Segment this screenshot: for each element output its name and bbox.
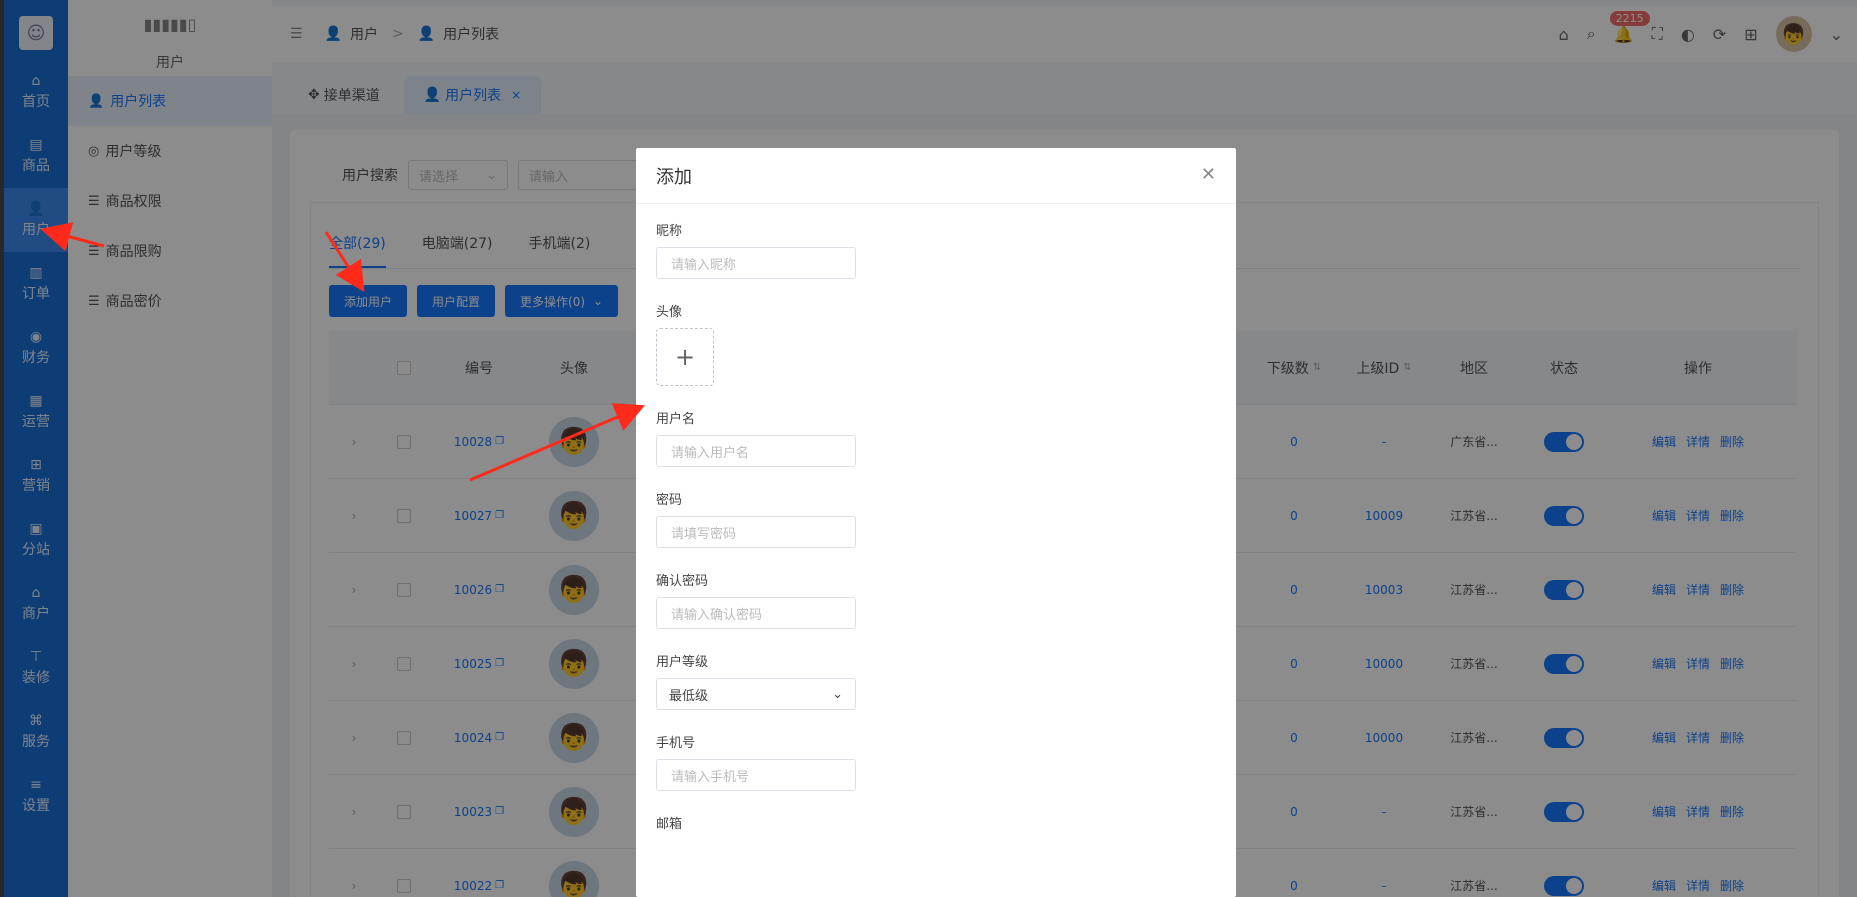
phone-label: 手机号: [656, 736, 696, 751]
avatar-upload[interactable]: +: [656, 328, 714, 386]
placeholder: 请输入用户名: [671, 445, 750, 461]
phone-input[interactable]: 请输入手机号: [656, 759, 856, 791]
close-icon[interactable]: ✕: [1201, 164, 1216, 185]
user-level-select[interactable]: 最低级 ⌄: [656, 678, 856, 710]
confirm-password-label: 确认密码: [656, 574, 709, 589]
add-user-dialog: 添加 ✕ 昵称请输入昵称 头像 + 用户名请输入用户名 密码请填写密码 确认密码请…: [636, 148, 1236, 897]
dialog-header: 添加 ✕: [636, 148, 1236, 204]
avatar-label: 头像: [656, 305, 683, 320]
confirm-password-input[interactable]: 请输入确认密码: [656, 597, 856, 629]
password-label: 密码: [656, 493, 683, 508]
chevron-down-icon: ⌄: [832, 686, 843, 702]
placeholder: 请输入手机号: [671, 769, 750, 785]
nickname-input[interactable]: 请输入昵称: [656, 247, 856, 279]
plus-icon: +: [674, 343, 696, 371]
email-label: 邮箱: [656, 817, 683, 832]
select-value: 最低级: [669, 688, 709, 704]
placeholder: 请输入昵称: [671, 257, 737, 273]
placeholder: 请输入确认密码: [671, 607, 763, 623]
dialog-body: 昵称请输入昵称 头像 + 用户名请输入用户名 密码请填写密码 确认密码请输入确认密…: [636, 204, 1236, 870]
username-label: 用户名: [656, 412, 696, 427]
password-input[interactable]: 请填写密码: [656, 516, 856, 548]
placeholder: 请填写密码: [671, 526, 737, 542]
user-level-label: 用户等级: [656, 655, 709, 670]
nickname-label: 昵称: [656, 224, 683, 239]
username-input[interactable]: 请输入用户名: [656, 435, 856, 467]
dialog-title: 添加: [656, 166, 692, 188]
